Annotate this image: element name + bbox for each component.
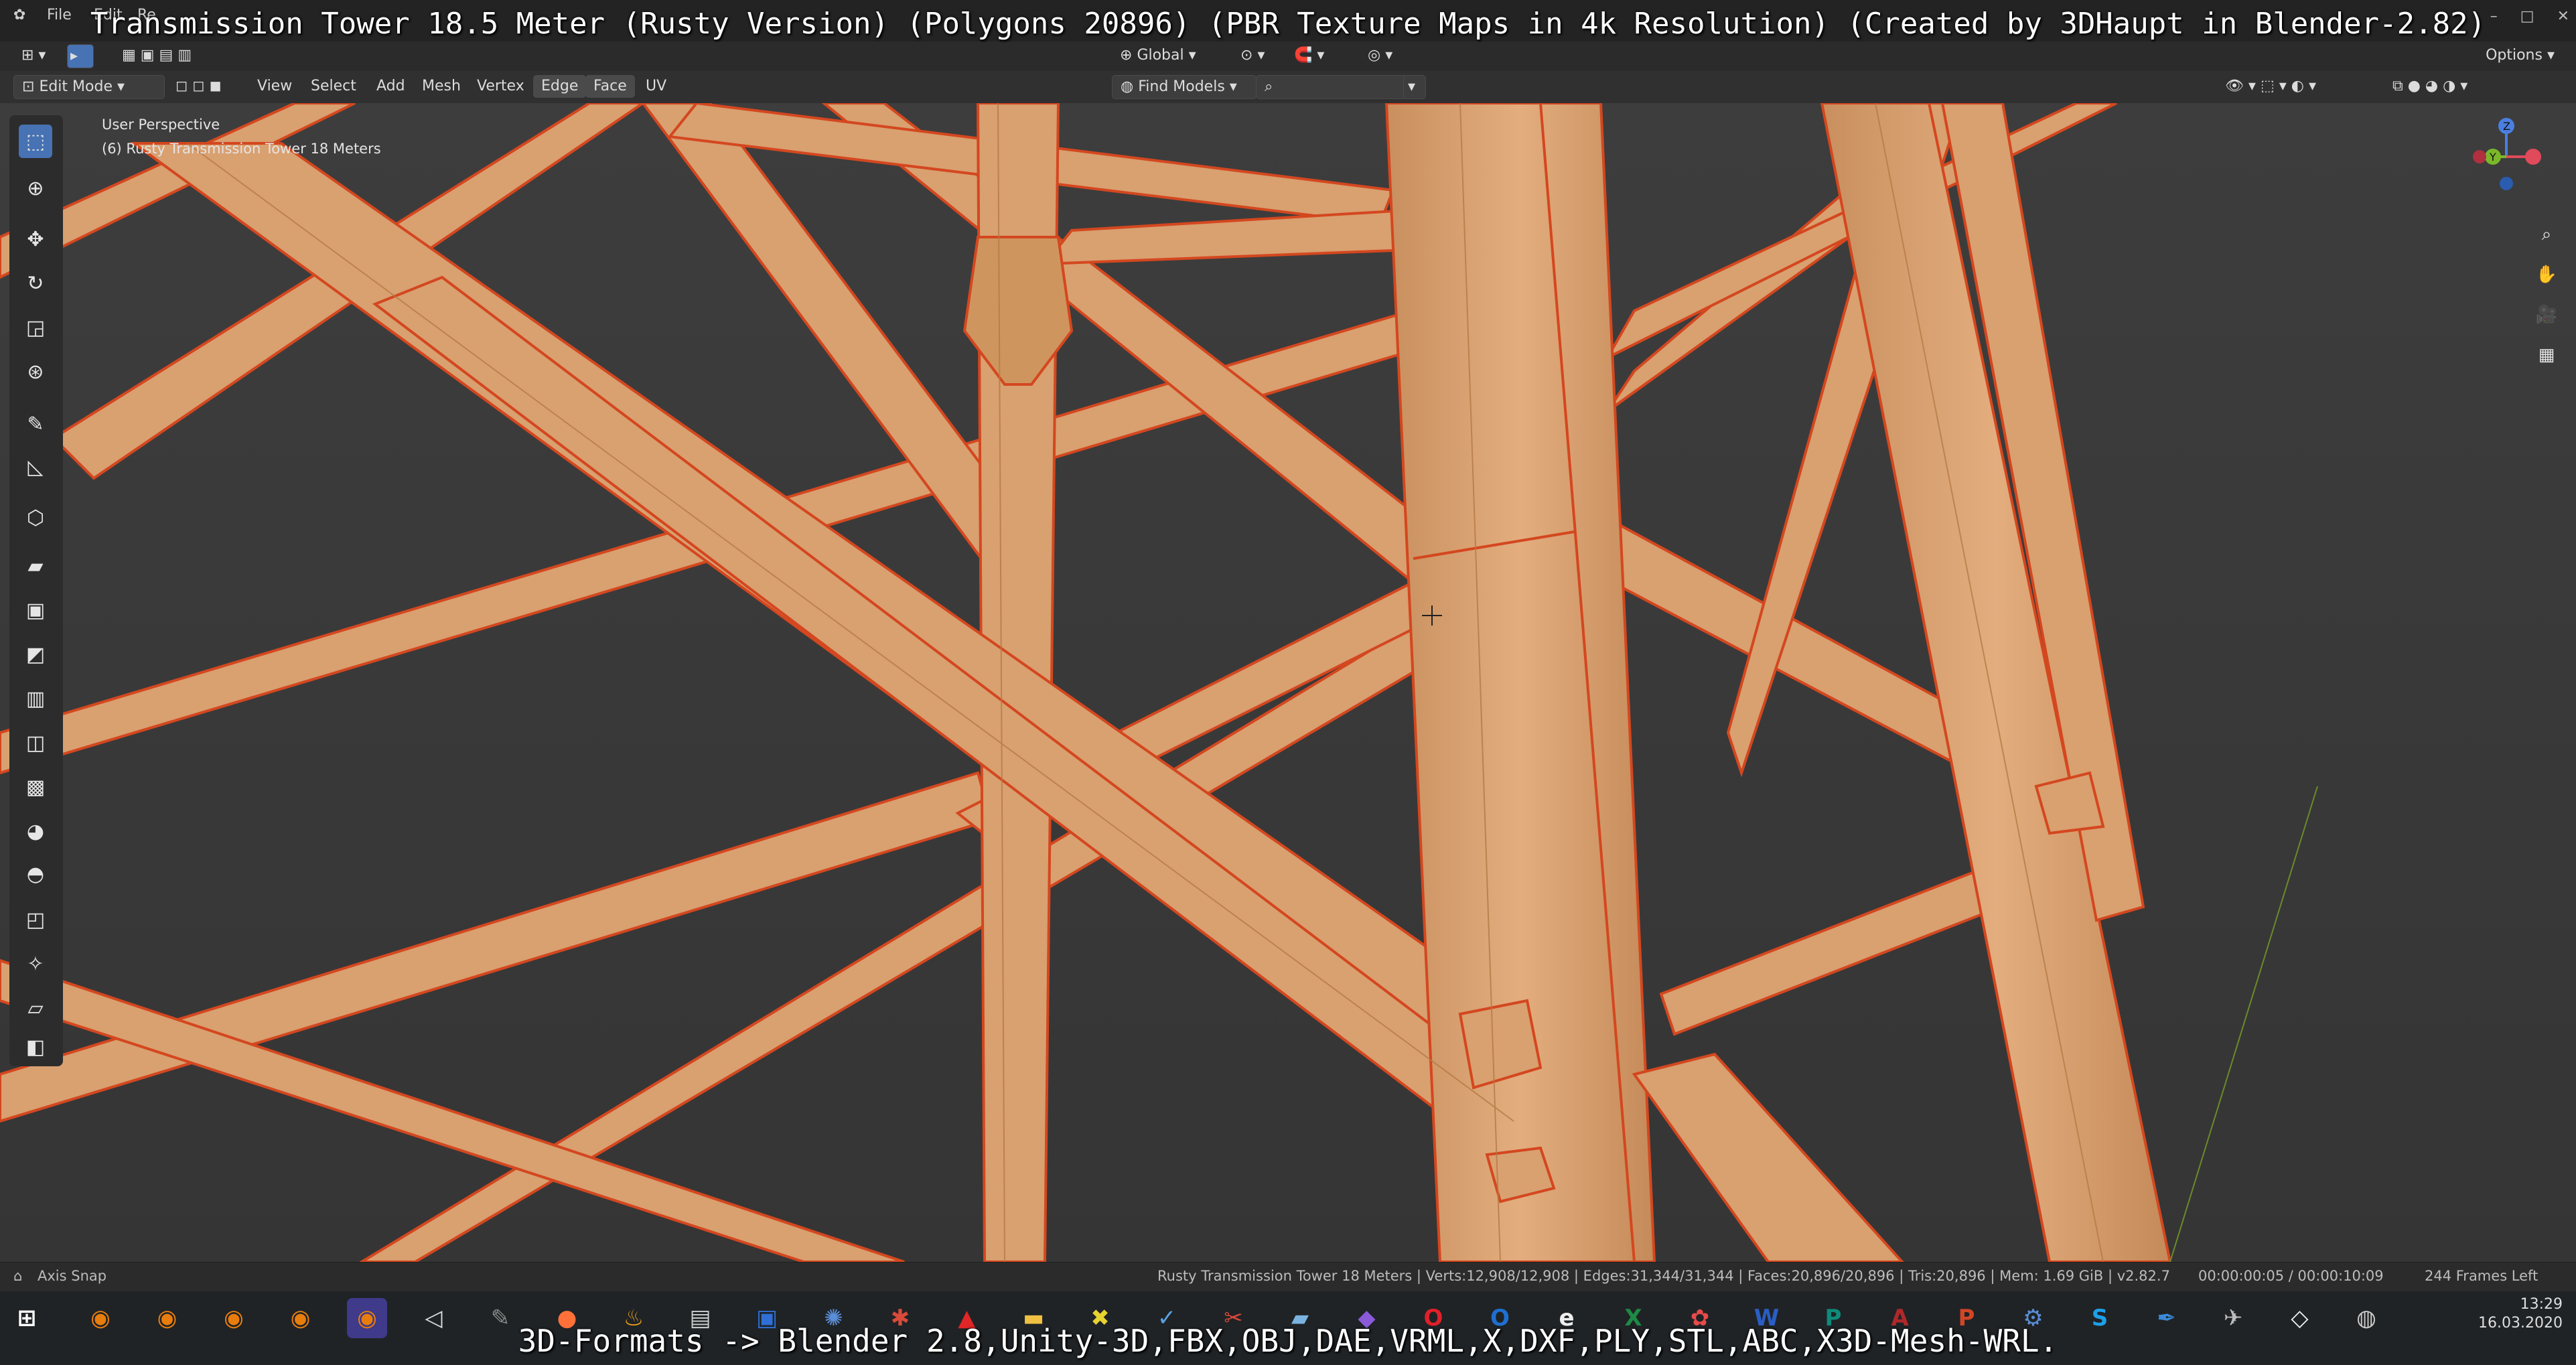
annotate-tool[interactable]: ✎	[19, 407, 52, 441]
pivot-icon[interactable]: ⊙ ▾	[1232, 44, 1273, 67]
bevel-tool[interactable]: ◩	[19, 638, 52, 671]
mode-label: Edit Mode	[39, 78, 113, 95]
formats-caption: 3D-Formats -> Blender 2.8,Unity-3D,FBX,O…	[518, 1323, 2058, 1359]
tower-mesh-render	[0, 103, 2576, 1262]
3d-viewport[interactable]: User Perspective (6) Rusty Transmission …	[0, 103, 2576, 1262]
move-tool[interactable]: ✥	[19, 222, 52, 256]
navigation-gizmo[interactable]: Z Y	[2466, 117, 2547, 197]
camera-icon[interactable]: 🎥	[2530, 299, 2563, 331]
frames-left: 244 Frames Left	[2425, 1268, 2538, 1284]
poly-build-tool[interactable]: ▩	[19, 770, 52, 804]
find-models-dropdown[interactable]: ◍ Find Models ▾	[1112, 75, 1257, 99]
options-label: Options	[2486, 47, 2543, 64]
smooth-tool[interactable]: ◓	[19, 857, 52, 891]
grid-view-icon[interactable]: ▦	[2530, 339, 2563, 371]
orientation-label: Global	[1137, 47, 1184, 64]
axis-snap-icon: ⌂	[13, 1268, 23, 1284]
shrink-fatten-tool[interactable]: ✧	[19, 947, 52, 981]
status-bar: ⌂ Axis Snap Rusty Transmission Tower 18 …	[0, 1262, 2576, 1292]
search-input[interactable]: ⌕	[1256, 75, 1407, 99]
mode-selector[interactable]: ⊡ Edit Mode ▾	[13, 75, 165, 99]
viewport-object-label: (6) Rusty Transmission Tower 18 Meters	[102, 141, 381, 157]
menu-select[interactable]: Select	[303, 75, 364, 98]
menu-view[interactable]: View	[249, 75, 300, 98]
menu-uv[interactable]: UV	[638, 75, 674, 98]
transform-tool[interactable]: ⊛	[19, 355, 52, 388]
menu-edge[interactable]: Edge	[533, 75, 587, 98]
viewport-perspective-label: User Perspective	[102, 117, 220, 133]
clock-time: 13:29	[2520, 1296, 2563, 1313]
menu-face[interactable]: Face	[585, 75, 635, 98]
select-mode-icons[interactable]: ▦ ▣ ▤ ▥	[114, 44, 200, 67]
shading-mode-icons[interactable]: ⧉ ● ◕ ◑ ▾	[2384, 75, 2476, 98]
scale-tool[interactable]: ◲	[19, 311, 52, 344]
transform-orientation[interactable]: ⊕ Global ▾	[1112, 44, 1204, 67]
add-cube-tool[interactable]: ⬡	[19, 501, 52, 534]
cursor-tool[interactable]: ⊕	[19, 171, 52, 205]
loop-cut-tool[interactable]: ▥	[19, 682, 52, 715]
rip-tool[interactable]: ◧	[19, 1030, 52, 1064]
menu-vertex[interactable]: Vertex	[469, 75, 532, 98]
visibility-icons[interactable]: 👁 ▾ ⬚ ▾ ◐ ▾	[2217, 75, 2324, 98]
spin-tool[interactable]: ◕	[19, 814, 52, 848]
gizmo-y-label: Y	[2489, 151, 2496, 163]
search-dropdown[interactable]: ▾	[1403, 75, 1426, 99]
menu-add[interactable]: Add	[368, 75, 413, 98]
gizmo-z-label: Z	[2503, 120, 2510, 133]
search-icon: ⌕	[1265, 78, 1273, 95]
viewport-header: ⊡ Edit Mode ▾ ◻ ◻ ◼ View Select Add Mesh…	[0, 71, 2576, 104]
select-box-icon[interactable]: ▸	[67, 44, 94, 68]
knife-tool[interactable]: ◫	[19, 726, 52, 760]
options-dropdown[interactable]: Options ▾	[2478, 44, 2563, 67]
proportional-edit-icon[interactable]: ◎ ▾	[1360, 44, 1401, 67]
timecode: 00:00:00:05 / 00:00:10:09	[2198, 1268, 2384, 1284]
inset-tool[interactable]: ▣	[19, 593, 52, 627]
menu-mesh[interactable]: Mesh	[414, 75, 469, 98]
toolbar: ⬚ ⊕ ✥ ↻ ◲ ⊛ ✎ ◺ ⬡ ▰ ▣ ◩ ▥ ◫ ▩ ◕ ◓ ◰ ✧ ▱ …	[9, 115, 63, 1066]
zoom-icon[interactable]: ⌕	[2530, 218, 2563, 250]
axis-gizmo-icon: Z Y	[2473, 118, 2541, 190]
measure-tool[interactable]: ◺	[19, 450, 52, 484]
extrude-tool[interactable]: ▰	[19, 549, 52, 583]
scene-stats: Rusty Transmission Tower 18 Meters | Ver…	[1157, 1268, 2170, 1284]
editor-type-icon[interactable]: ⊞ ▾	[13, 44, 54, 67]
rotate-tool[interactable]: ↻	[19, 267, 52, 300]
pan-hand-icon[interactable]: ✋	[2530, 259, 2563, 291]
find-models-label: Find Models	[1138, 78, 1225, 95]
select-mode-toggles[interactable]: ◻ ◻ ◼	[167, 75, 230, 98]
status-left: Axis Snap	[38, 1268, 107, 1284]
shear-tool[interactable]: ▱	[19, 991, 52, 1025]
edge-slide-tool[interactable]: ◰	[19, 903, 52, 936]
video-caption: Transmission Tower 18.5 Meter (Rusty Ver…	[90, 7, 2486, 41]
editor-type-bar: ⊞ ▾ ▸ ▦ ▣ ▤ ▥ ⊕ Global ▾ ⊙ ▾ 🧲 ▾ ◎ ▾ Opt…	[0, 42, 2576, 71]
snap-icon[interactable]: 🧲 ▾	[1286, 44, 1332, 67]
select-box-tool[interactable]: ⬚	[19, 125, 52, 158]
